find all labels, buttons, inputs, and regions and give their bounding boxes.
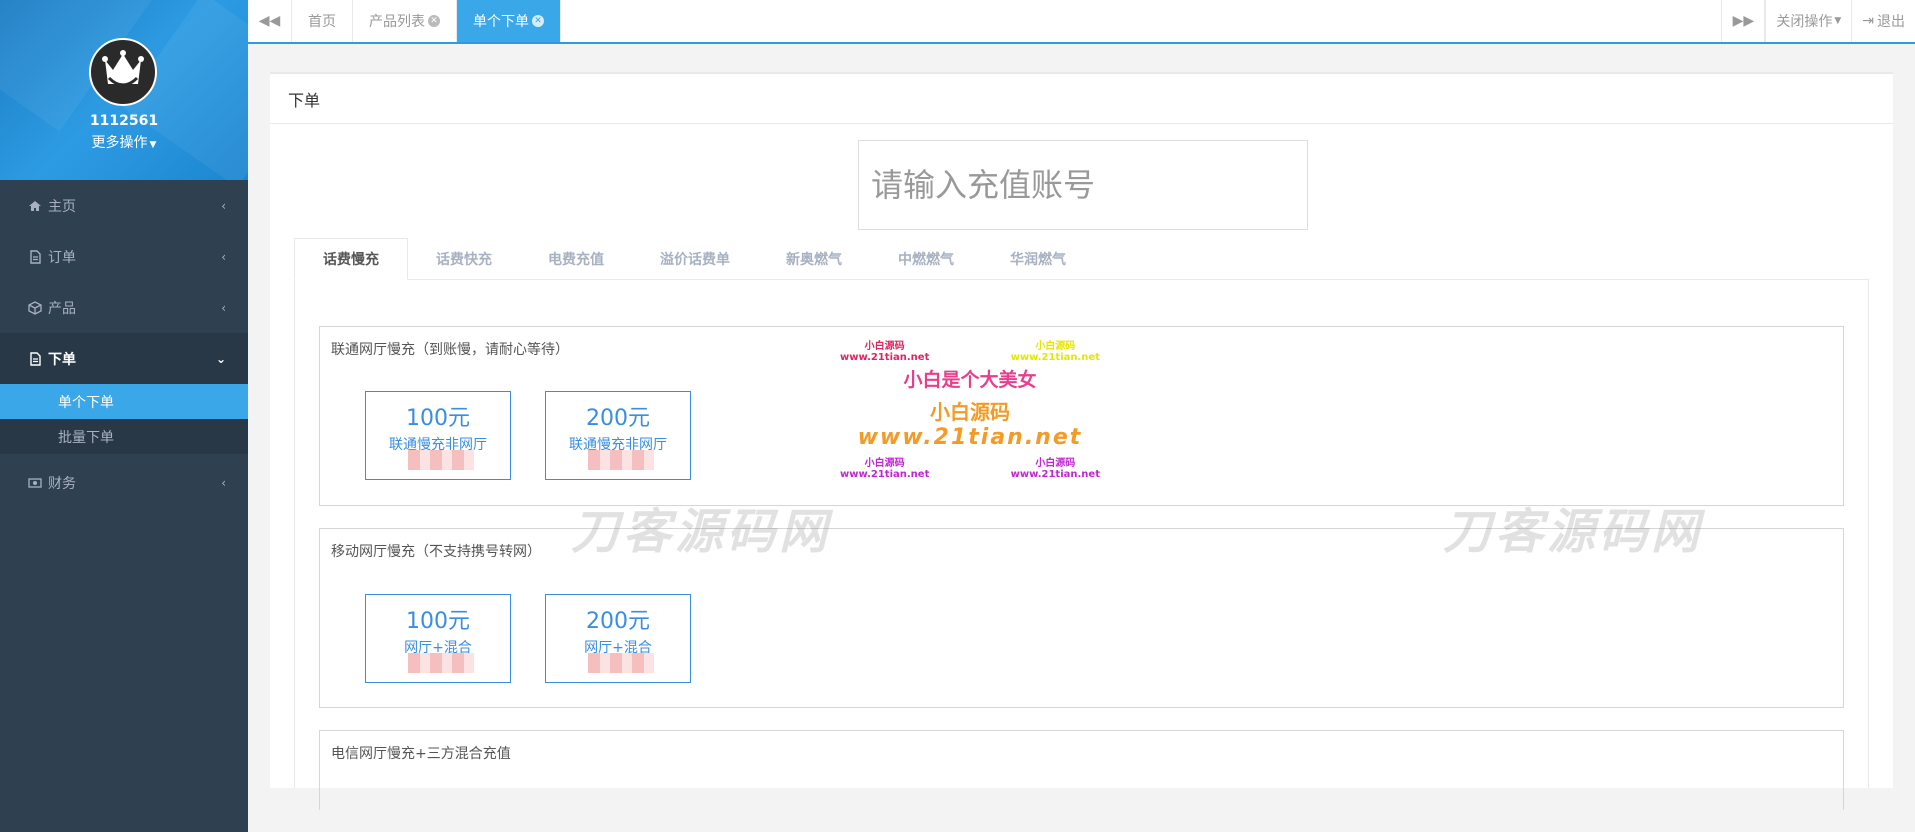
promo-small-url: www.21tian.net [840,469,930,480]
promo-big-text: 小白是个大美女 [903,369,1037,391]
file-text-icon [28,351,42,366]
redacted-price [408,450,474,470]
tab-zhongran-gas[interactable]: 中燃燃气 [870,238,982,279]
file-icon [28,249,42,264]
redacted-price [588,653,654,673]
tab-single-order[interactable]: 单个下单 ✕ [457,0,561,42]
tab-huarun-gas[interactable]: 华润燃气 [982,238,1094,279]
promo-watermark: 小白源码 www.21tian.net 小白源码 www.21tian.net 小白… [840,337,1100,480]
tab-premium-phone[interactable]: 溢价话费单 [632,238,758,279]
card-amount: 100元 [406,609,470,634]
redacted-price [408,653,474,673]
product-card[interactable]: 100元 联通慢充非网厅 [365,391,511,480]
sidebar-item-products[interactable]: 产品 ‹ [0,282,248,333]
close-icon[interactable]: ✕ [532,15,544,27]
close-ops-dropdown[interactable]: 关闭操作 ▼ [1765,0,1851,42]
product-card[interactable]: 200元 网厅+混合 [545,594,691,683]
tab-fast-phone[interactable]: 话费快充 [408,238,520,279]
sidebar-item-label: 下单 [48,351,76,368]
promo-url: www.21tian.net [857,425,1083,450]
sidebar-item-home[interactable]: 主页 ‹ [0,180,248,231]
sidebar-item-finance[interactable]: 财务 ‹ [0,457,248,508]
submenu-item-batch-order[interactable]: 批量下单 [0,419,248,454]
scroll-tabs-left-button[interactable]: ◀◀ [248,0,292,42]
user-id: 1112561 [89,113,159,129]
logout-label: 退出 [1877,14,1905,30]
tab-slow-phone[interactable]: 话费慢充 [294,238,408,280]
top-tabbar: ◀◀ 首页 产品列表 ✕ 单个下单 ✕ ▶▶ 关闭操作 ▼ ⇥ 退出 [248,0,1915,44]
more-ops-dropdown[interactable]: 更多操作 ▼ [0,132,248,152]
chevron-left-icon: ‹ [221,249,226,264]
tab-content: 联通网厅慢充（到账慢，请耐心等待） 100元 联通慢充非网厅 200元 联通慢充… [294,280,1869,810]
double-right-icon: ▶▶ [1732,13,1755,29]
recharge-account-input[interactable] [858,140,1308,230]
promo-small-text: 小白源码 [1035,341,1076,352]
site-watermark: 刀客源码网 [1443,504,1704,560]
close-icon[interactable]: ✕ [428,15,440,27]
tab-label: 产品列表 [369,14,425,30]
sidebar-item-label: 主页 [48,198,76,215]
submenu-item-single-order[interactable]: 单个下单 [0,384,248,419]
sidebar-item-label: 产品 [48,300,76,317]
money-icon [28,476,42,490]
scroll-tabs-right-button[interactable]: ▶▶ [1721,0,1766,42]
promo-small-url: www.21tian.net [1010,469,1100,480]
tab-home[interactable]: 首页 [292,0,353,42]
avatar[interactable] [89,38,157,106]
close-ops-label: 关闭操作 [1776,14,1833,30]
submenu: 单个下单 批量下单 [0,384,248,454]
promo-small-text: 小白源码 [864,458,905,469]
cube-icon [28,300,42,315]
promo-small-text: 小白源码 [864,341,905,352]
sidebar-nav: 主页 ‹ 订单 ‹ 产品 ‹ 下单 ⌄ 单个下单 批量下单 财务 ‹ [0,180,248,508]
panel-title: 下单 [270,74,1893,124]
order-panel: 下单 话费慢充 话费快充 电费充值 溢价话费单 新奥燃气 中燃燃气 华润燃气 联… [270,72,1893,810]
product-group-telecom: 电信网厅慢充+三方混合充值 [319,730,1844,810]
chevron-left-icon: ‹ [221,475,226,490]
main-content: 下单 话费慢充 话费快充 电费充值 溢价话费单 新奥燃气 中燃燃气 华润燃气 联… [248,46,1915,810]
caret-down-icon: ▼ [1834,16,1842,26]
caret-down-icon: ▼ [149,140,157,150]
sidebar-item-label: 财务 [48,475,76,492]
tab-label: 单个下单 [473,14,529,30]
sidebar-item-label: 订单 [48,249,76,266]
chevron-left-icon: ‹ [221,300,226,315]
group-title: 联通网厅慢充（到账慢，请耐心等待） [331,342,569,358]
group-title: 移动网厅慢充（不支持携号转网） [331,544,541,560]
sidebar-item-place-order[interactable]: 下单 ⌄ [0,333,248,384]
promo-mid-text: 小白源码 [930,400,1010,424]
logout-button[interactable]: ⇥ 退出 [1851,0,1915,42]
double-left-icon: ◀◀ [258,13,281,29]
chevron-down-icon: ⌄ [215,351,226,366]
more-ops-label: 更多操作 [91,135,148,151]
tab-label: 首页 [308,14,336,30]
card-amount: 200元 [586,609,650,634]
site-watermark: 刀客源码网 [571,504,832,560]
tab-electricity[interactable]: 电费充值 [520,238,632,279]
product-group-unicom: 联通网厅慢充（到账慢，请耐心等待） 100元 联通慢充非网厅 200元 联通慢充… [319,326,1844,506]
recharge-type-tabs: 话费慢充 话费快充 电费充值 溢价话费单 新奥燃气 中燃燃气 华润燃气 [294,238,1869,280]
sign-out-icon: ⇥ [1862,13,1874,29]
tab-product-list[interactable]: 产品列表 ✕ [353,0,457,42]
card-amount: 200元 [586,406,650,431]
group-title: 电信网厅慢充+三方混合充值 [331,746,511,762]
promo-small-text: 小白源码 [1035,458,1076,469]
profile-header: 1112561 更多操作 ▼ [0,0,248,180]
tab-xinao-gas[interactable]: 新奥燃气 [758,238,870,279]
card-amount: 100元 [406,406,470,431]
sidebar-item-orders[interactable]: 订单 ‹ [0,231,248,282]
product-card[interactable]: 100元 网厅+混合 [365,594,511,683]
redacted-price [588,450,654,470]
sidebar: 1112561 更多操作 ▼ 主页 ‹ 订单 ‹ 产品 ‹ 下单 ⌄ 单个下单 批… [0,0,248,832]
home-icon [28,199,42,213]
chevron-left-icon: ‹ [221,198,226,213]
promo-small-url: www.21tian.net [840,352,930,363]
promo-small-url: www.21tian.net [1010,352,1100,363]
product-card[interactable]: 200元 联通慢充非网厅 [545,391,691,480]
